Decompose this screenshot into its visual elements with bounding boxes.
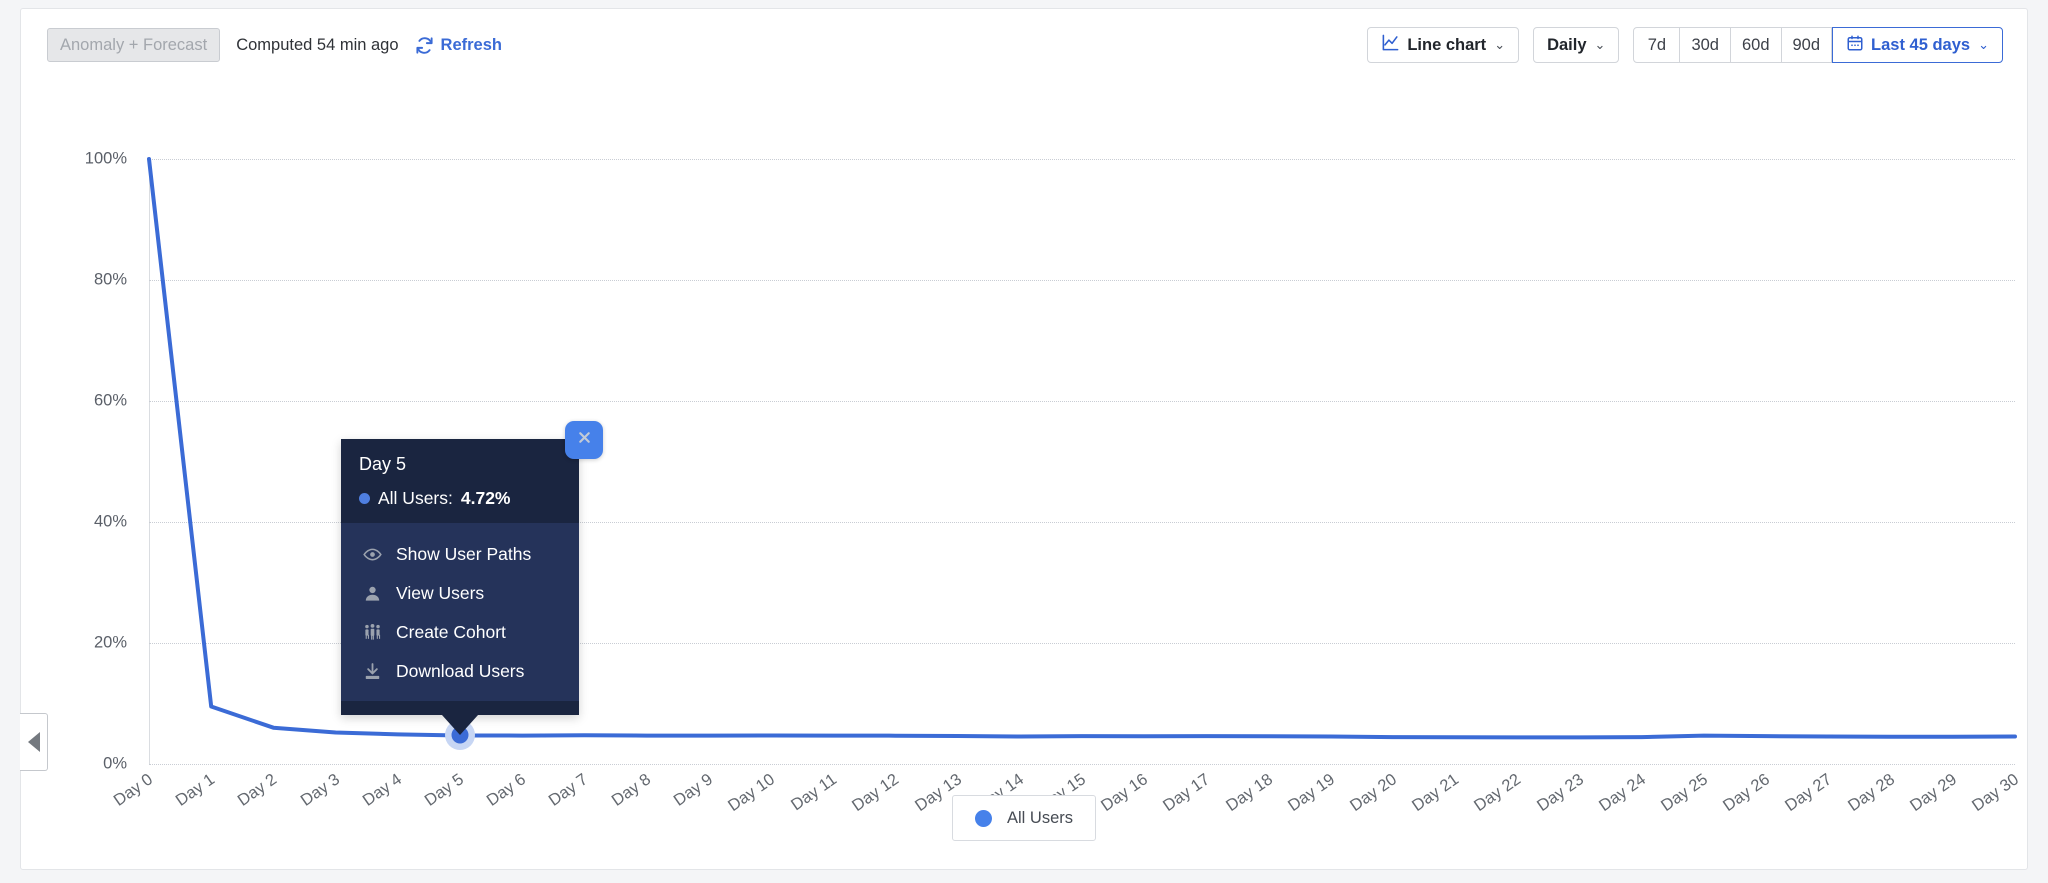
x-axis-tick-label: Day 27 [1782, 770, 1836, 816]
point-tooltip: Day 5 All Users: 4.72% Show User Paths V… [341, 421, 603, 736]
chevron-down-icon: ⌄ [1594, 37, 1606, 52]
range-preset-30d[interactable]: 30d [1680, 27, 1731, 63]
x-axis-tick-label: Day 11 [788, 770, 841, 815]
action-view-users[interactable]: View Users [341, 574, 579, 613]
chart-legend[interactable]: All Users [951, 795, 1097, 841]
tooltip-title: Day 5 [359, 454, 407, 475]
x-axis-tick-label: Day 26 [1720, 770, 1774, 816]
x-axis-tick-label: Day 20 [1346, 770, 1401, 816]
toolbar-right-group: Line chart ⌄ Daily ⌄ 7d 30d 60d 90d Last… [1367, 27, 2003, 63]
chevron-down-icon: ⌄ [1494, 37, 1506, 52]
y-axis-tick-label: 60% [93, 391, 127, 410]
chart-toolbar: Anomaly + Forecast Computed 54 min ago R… [21, 9, 2027, 81]
range-preset-30d-label: 30d [1691, 35, 1719, 54]
chevron-down-icon: ⌄ [1978, 37, 1989, 52]
x-axis-tick-label: Day 8 [608, 770, 654, 810]
x-axis-tick-label: Day 2 [234, 770, 281, 810]
computed-timestamp: Computed 54 min ago [236, 35, 399, 54]
sidebar-collapse-toggle[interactable] [20, 713, 48, 771]
x-axis-tick-label: Day 17 [1160, 770, 1214, 816]
x-axis-tick-label: Day 1 [172, 770, 219, 810]
people-group-icon [363, 623, 382, 642]
x-axis-tick-label: Day 30 [1968, 770, 2023, 816]
chevron-left-icon [27, 732, 40, 752]
tooltip-actions: Show User Paths View Users Create Cohort… [341, 523, 579, 701]
y-axis-tick-label: 80% [93, 270, 127, 289]
action-view-users-label: View Users [396, 583, 485, 604]
legend-color-dot-icon [974, 809, 992, 827]
range-preset-7d-label: 7d [1647, 35, 1667, 54]
tooltip-metric-value: 4.72% [460, 488, 511, 509]
action-show-user-paths-label: Show User Paths [396, 544, 532, 565]
line-chart-icon [1381, 33, 1400, 57]
x-axis-tick-label: Day 7 [545, 770, 592, 810]
x-axis-tick-label: Day 10 [724, 770, 779, 816]
x-axis-tick-label: Day 21 [1409, 770, 1463, 816]
chart-area: 0% 20% 40% 60% 80% 100% Day 0 Day 1 Day 2 Day 3 D… [21, 81, 2027, 871]
range-preset-7d[interactable]: 7d [1633, 27, 1681, 63]
refresh-button[interactable]: Refresh [415, 36, 502, 55]
calendar-icon [1846, 34, 1864, 57]
x-axis-tick-label: Day 5 [421, 770, 468, 810]
chart-type-dropdown[interactable]: Line chart ⌄ [1367, 27, 1520, 63]
x-axis-tick-label: Day 24 [1595, 770, 1649, 816]
refresh-icon [415, 36, 434, 55]
tooltip-footer [341, 701, 579, 736]
tooltip-metric-name: All Users: [378, 488, 453, 509]
x-axis-tick-label: Day 28 [1844, 770, 1898, 816]
x-axis-tick-label: Day 13 [911, 770, 965, 816]
y-axis-tick-label: 100% [84, 149, 127, 168]
y-axis-tick-label: 20% [93, 633, 127, 652]
tooltip-arrow-icon [442, 715, 478, 736]
person-icon [363, 584, 382, 603]
range-preset-90d-label: 90d [1792, 35, 1821, 54]
x-axis-tick-label: Day 23 [1533, 770, 1587, 816]
granularity-label: Daily [1547, 35, 1587, 54]
x-axis-tick-label: Day 4 [359, 770, 405, 810]
action-download-users-label: Download Users [396, 661, 525, 682]
close-icon [576, 429, 593, 451]
chart-panel: Anomaly + Forecast Computed 54 min ago R… [20, 8, 2028, 870]
x-axis-tick-label: Day 22 [1471, 770, 1525, 816]
app-root: Anomaly + Forecast Computed 54 min ago R… [0, 0, 2048, 883]
action-create-cohort[interactable]: Create Cohort [341, 613, 579, 652]
range-preset-60d[interactable]: 60d [1730, 27, 1782, 63]
eye-icon [363, 545, 382, 564]
active-range-label: Last 45 days [1871, 35, 1971, 54]
x-axis-tick-label: Day 9 [670, 770, 716, 810]
x-axis-tick-label: Day 25 [1657, 770, 1712, 816]
x-axis-tick-label: Day 6 [483, 770, 530, 810]
refresh-label: Refresh [440, 35, 502, 54]
x-axis-tick-label: Day 12 [849, 770, 903, 816]
action-show-user-paths[interactable]: Show User Paths [341, 535, 579, 574]
range-preset-60d-label: 60d [1741, 35, 1770, 54]
legend-item-label: All Users [1006, 808, 1074, 827]
chart-type-label: Line chart [1407, 35, 1487, 54]
action-download-users[interactable]: Download Users [341, 652, 579, 691]
x-axis-tick-label: Day 29 [1906, 770, 1960, 816]
series-color-dot-icon [359, 493, 370, 505]
y-axis-tick-label: 0% [103, 754, 127, 773]
x-axis-tick-label: Day 3 [297, 770, 343, 810]
anomaly-forecast-button[interactable]: Anomaly + Forecast [47, 28, 221, 62]
range-preset-90d[interactable]: 90d [1781, 27, 1833, 63]
x-axis-tick-label: Day 0 [110, 770, 157, 810]
toolbar-left-group: Anomaly + Forecast Computed 54 min ago R… [47, 28, 502, 62]
anomaly-forecast-label: Anomaly + Forecast [60, 35, 208, 54]
action-create-cohort-label: Create Cohort [396, 622, 506, 643]
close-tooltip-button[interactable] [565, 421, 603, 460]
granularity-dropdown[interactable]: Daily ⌄ [1533, 27, 1620, 63]
download-icon [363, 662, 382, 681]
tooltip-header: Day 5 All Users: 4.72% [341, 439, 579, 524]
x-axis-tick-label: Day 19 [1284, 770, 1338, 816]
tooltip-metric: All Users: 4.72% [359, 488, 561, 509]
date-range-segmented-control: 7d 30d 60d 90d Last 45 days ⌄ [1633, 27, 2003, 63]
x-axis-tick-label: Day 18 [1222, 770, 1276, 816]
y-axis-tick-label: 40% [93, 512, 127, 531]
custom-date-range-button[interactable]: Last 45 days ⌄ [1832, 27, 2003, 63]
